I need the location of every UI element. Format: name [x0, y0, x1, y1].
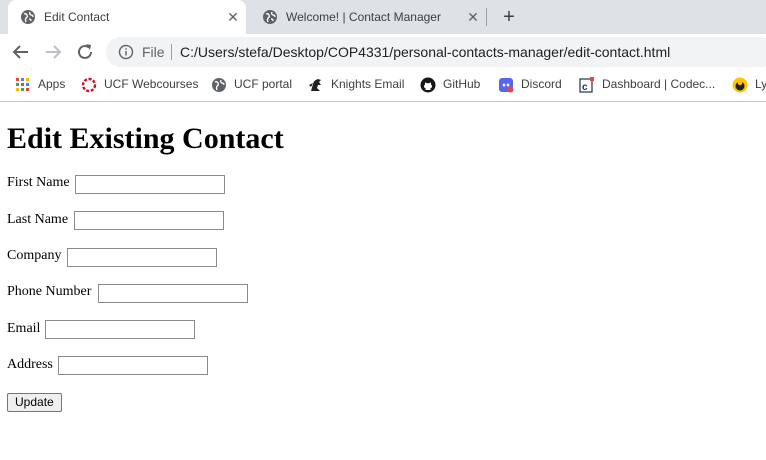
info-icon[interactable] — [118, 44, 134, 60]
github-icon — [420, 77, 436, 93]
phone-number-label: Phone Number — [7, 284, 92, 299]
last-name-field[interactable] — [74, 211, 224, 230]
apps-grid-icon — [15, 77, 31, 93]
update-button[interactable]: Update — [7, 393, 62, 412]
close-icon[interactable]: ✕ — [224, 8, 242, 26]
reload-icon[interactable] — [74, 41, 96, 63]
first-name-field[interactable] — [75, 175, 225, 194]
page-title: Edit Existing Contact — [7, 122, 284, 155]
email-field[interactable] — [45, 320, 195, 339]
tab-divider — [486, 8, 487, 26]
globe-icon — [20, 9, 36, 25]
bookmark-label: Ly — [755, 77, 766, 91]
tab-edit-contact[interactable]: Edit Contact ✕ — [8, 0, 246, 34]
ly-icon — [732, 77, 748, 93]
scheme-label: File — [142, 44, 165, 60]
browser-toolbar: File C:/Users/stefa/Desktop/COP4331/pers… — [0, 34, 766, 70]
tab-title: Welcome! | Contact Manager — [286, 10, 441, 24]
tab-strip: Edit Contact ✕ Welcome! | Contact Manage… — [0, 0, 766, 34]
forward-arrow-icon[interactable] — [42, 41, 64, 63]
company-field[interactable] — [67, 248, 217, 267]
bookmark-label: Dashboard | Codec... — [602, 77, 716, 91]
email-label: Email — [7, 321, 41, 336]
address-field[interactable] — [58, 356, 208, 375]
bookmarks-bar: Apps UCF Webcourses UCF portal Knights E… — [0, 70, 766, 102]
phone-number-field[interactable] — [98, 284, 248, 303]
bookmark-label: GitHub — [443, 77, 481, 91]
bookmark-label: Knights Email — [331, 77, 405, 91]
bookmark-label: Discord — [521, 77, 562, 91]
bookmark-label: Apps — [38, 77, 66, 91]
address-label: Address — [7, 357, 53, 372]
page-content: Edit Existing Contact First Name Last Na… — [0, 102, 766, 460]
url-text[interactable]: C:/Users/stefa/Desktop/COP4331/personal-… — [180, 44, 670, 60]
new-tab-button[interactable]: + — [498, 6, 520, 28]
omnibox-divider — [171, 44, 172, 60]
discord-icon — [498, 77, 514, 93]
back-arrow-icon[interactable] — [10, 41, 32, 63]
tab-title: Edit Contact — [44, 10, 110, 24]
tab-welcome[interactable]: Welcome! | Contact Manager ✕ — [250, 0, 486, 34]
first-name-label: First Name — [7, 175, 70, 190]
bookmark-label: UCF portal — [234, 77, 293, 91]
globe-icon — [211, 77, 227, 93]
address-bar[interactable]: File C:/Users/stefa/Desktop/COP4331/pers… — [106, 37, 766, 67]
last-name-label: Last Name — [7, 212, 69, 227]
codecademy-icon: c — [579, 77, 595, 93]
svg-text:c: c — [582, 82, 588, 93]
webcourses-icon — [81, 77, 97, 93]
bookmark-label: UCF Webcourses — [104, 77, 199, 91]
close-icon[interactable]: ✕ — [464, 8, 482, 26]
knights-icon — [308, 77, 324, 93]
company-label: Company — [7, 248, 62, 263]
globe-icon — [262, 9, 278, 25]
